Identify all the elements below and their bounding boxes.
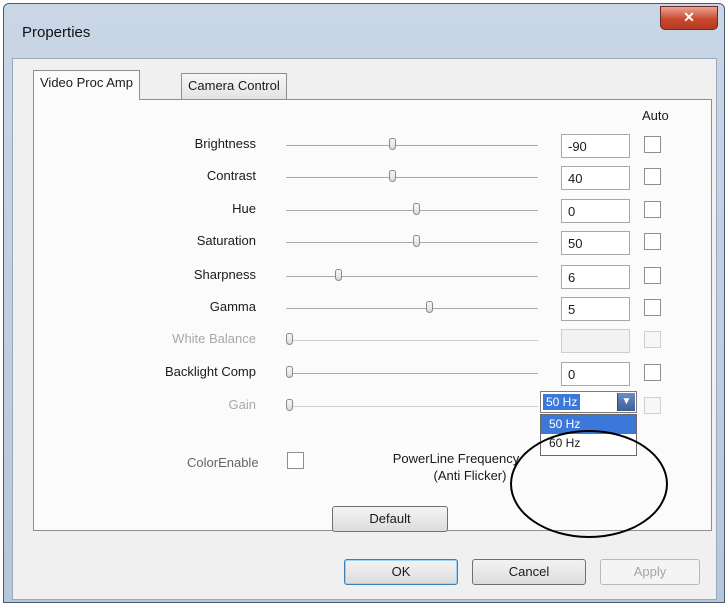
control-label: Gamma: [209, 299, 256, 314]
color-enable-checkbox[interactable]: [287, 452, 304, 469]
auto-checkbox[interactable]: [644, 201, 661, 218]
control-label: Saturation: [196, 233, 256, 248]
tab-camera-control[interactable]: Camera Control: [181, 73, 287, 99]
slider-thumb[interactable]: [389, 138, 396, 150]
slider-thumb[interactable]: [413, 235, 420, 247]
control-slider[interactable]: [286, 203, 538, 215]
auto-checkbox[interactable]: [644, 233, 661, 250]
control-slider[interactable]: [286, 301, 538, 313]
apply-button: Apply: [600, 559, 700, 585]
powerline-frequency-select[interactable]: 50 Hz ▼: [540, 391, 637, 413]
auto-checkbox[interactable]: [644, 168, 661, 185]
control-label: White Balance: [172, 331, 256, 346]
control-value-field[interactable]: 0: [561, 199, 630, 223]
auto-checkbox[interactable]: [644, 299, 661, 316]
control-slider: [286, 333, 538, 345]
control-value-field[interactable]: 0: [561, 362, 630, 386]
control-slider[interactable]: [286, 269, 538, 281]
control-value-field[interactable]: 40: [561, 166, 630, 190]
cancel-button[interactable]: Cancel: [472, 559, 586, 585]
slider-thumb: [286, 399, 293, 411]
close-button[interactable]: ✕: [660, 6, 718, 30]
control-label: Gain: [228, 397, 256, 412]
slider-thumb[interactable]: [335, 269, 342, 281]
control-value-field[interactable]: 6: [561, 265, 630, 289]
control-value-field[interactable]: 50: [561, 231, 630, 255]
slider-thumb[interactable]: [286, 366, 293, 378]
control-label: Brightness: [194, 136, 256, 151]
slider-thumb: [286, 333, 293, 345]
annotation-circle: [510, 430, 668, 538]
slider-thumb[interactable]: [413, 203, 420, 215]
control-label: Backlight Comp: [164, 364, 256, 379]
chevron-down-icon[interactable]: ▼: [617, 393, 635, 411]
color-enable-label: ColorEnable: [187, 455, 259, 470]
auto-column-header: Auto: [642, 108, 669, 123]
auto-checkbox: [644, 397, 661, 414]
control-value-field[interactable]: 5: [561, 297, 630, 321]
auto-checkbox[interactable]: [644, 364, 661, 381]
slider-thumb[interactable]: [426, 301, 433, 313]
control-slider: [286, 399, 538, 411]
control-value-field: [561, 329, 630, 353]
control-label: Hue: [232, 201, 256, 216]
auto-checkbox: [644, 331, 661, 348]
control-slider[interactable]: [286, 235, 538, 247]
control-value-field[interactable]: -90: [561, 134, 630, 158]
control-label: Contrast: [206, 168, 256, 183]
powerline-selected-value: 50 Hz: [543, 394, 581, 410]
close-icon: ✕: [683, 9, 695, 25]
slider-thumb[interactable]: [389, 170, 396, 182]
default-button[interactable]: Default: [332, 506, 448, 532]
control-slider[interactable]: [286, 366, 538, 378]
control-slider[interactable]: [286, 170, 538, 182]
control-label: Sharpness: [193, 267, 256, 282]
auto-checkbox[interactable]: [644, 136, 661, 153]
tab-video-proc-amp[interactable]: Video Proc Amp: [33, 70, 140, 100]
control-slider[interactable]: [286, 138, 538, 150]
ok-button[interactable]: OK: [344, 559, 458, 585]
auto-checkbox[interactable]: [644, 267, 661, 284]
title-bar[interactable]: Properties ✕: [4, 4, 724, 56]
window-title: Properties: [22, 24, 91, 41]
